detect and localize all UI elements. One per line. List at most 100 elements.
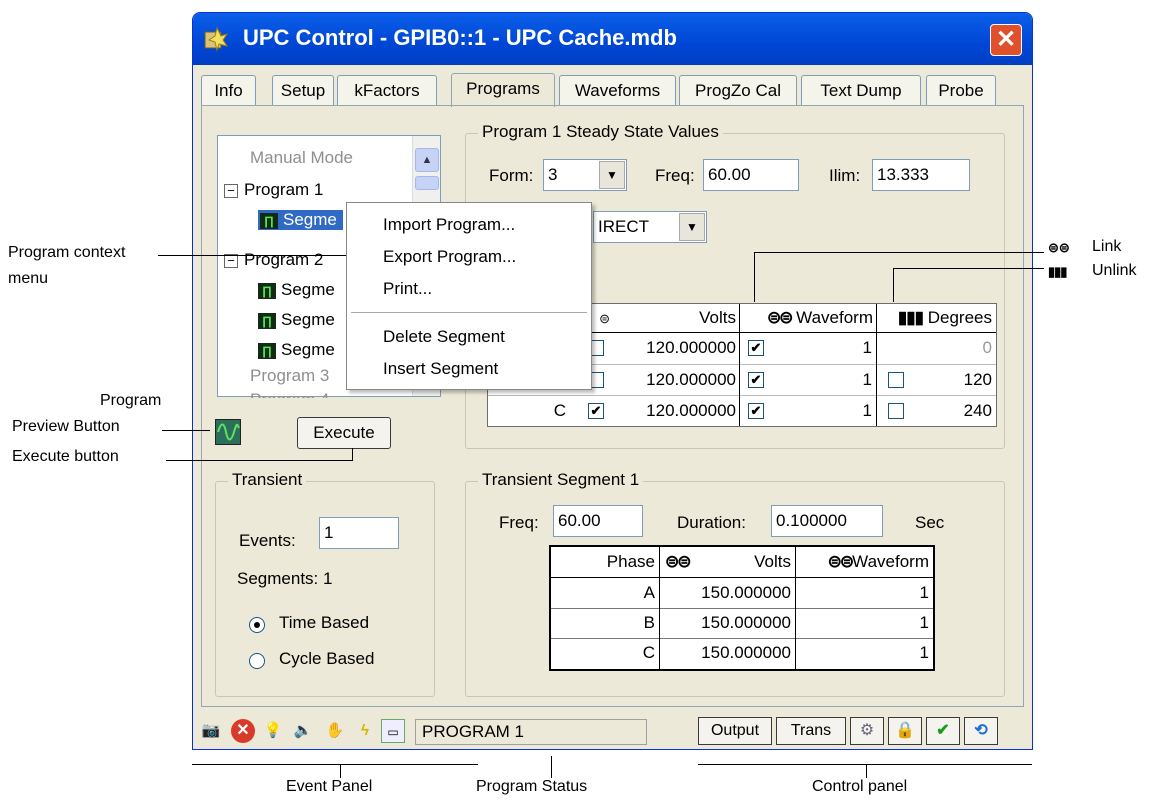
tree-label: Segme — [281, 280, 335, 299]
trans-button[interactable]: Trans — [776, 717, 846, 745]
waveform-cell[interactable]: 1 — [768, 397, 876, 425]
freq-input[interactable]: 60.00 — [703, 159, 799, 191]
menu-export-program[interactable]: Export Program... — [383, 247, 516, 267]
menu-import-program[interactable]: Import Program... — [383, 215, 515, 235]
volts-cell[interactable]: 150.000000 — [659, 639, 795, 667]
menu-insert-segment[interactable]: Insert Segment — [383, 359, 498, 379]
close-button[interactable]: ✕ — [990, 24, 1022, 56]
legend-unlink: Unlink — [1092, 262, 1137, 279]
tree-item-segment-selected[interactable]: ∏ Segme — [258, 210, 343, 230]
lightbulb-icon[interactable]: 💡 — [261, 719, 285, 743]
events-input[interactable]: 1 — [319, 517, 399, 549]
title-bar[interactable]: UPC Control - GPIB0::1 - UPC Cache.mdb ✕ — [193, 13, 1032, 65]
waveform-cell[interactable]: 1 — [768, 334, 876, 362]
hand-icon[interactable]: ✋ — [323, 719, 347, 743]
form-select[interactable]: 3 ▼ — [543, 159, 627, 191]
refresh-icon[interactable]: ⟲ — [964, 717, 998, 745]
callout-line — [192, 764, 478, 765]
probe-icon[interactable]: ⚙ — [850, 717, 884, 745]
volts-cell[interactable]: 120.000000 — [608, 366, 740, 394]
execute-button[interactable]: Execute — [297, 417, 391, 449]
tree-item-manual-mode[interactable]: Manual Mode — [250, 148, 353, 168]
waveform-cell[interactable]: 1 — [795, 609, 933, 637]
tree-label: Program 2 — [244, 250, 324, 269]
tab-text-dump[interactable]: Text Dump — [801, 75, 921, 106]
chevron-down-icon[interactable]: ▼ — [599, 161, 625, 189]
unlink-icon: ▮▮▮ — [1048, 264, 1067, 279]
transient-freq-input[interactable]: 60.00 — [553, 505, 643, 537]
waveform-header-label: Waveform — [796, 308, 873, 327]
callout-line — [162, 430, 210, 431]
volts-cell[interactable]: 120.000000 — [608, 334, 740, 362]
tree-item-program-2[interactable]: − Program 2 — [224, 250, 323, 270]
status-bar: 📷 ✕ 💡 🔈 ✋ ϟ ▭ PROGRAM 1 Output Trans ⚙ 🔒… — [193, 711, 1032, 749]
ilim-input[interactable]: 13.333 — [872, 159, 970, 191]
degrees-cell[interactable]: 240 — [908, 397, 996, 425]
volts-cell[interactable]: 150.000000 — [659, 609, 795, 637]
waveform-link-checkbox[interactable]: ✔ — [748, 340, 764, 356]
waveform-icon — [217, 423, 240, 441]
sec-label: Sec — [915, 513, 945, 532]
tab-probe[interactable]: Probe — [926, 75, 996, 106]
window-title: UPC Control - GPIB0::1 - UPC Cache.mdb — [243, 25, 677, 50]
scroll-up-icon[interactable]: ▲ — [415, 148, 439, 172]
volts-cell[interactable]: 120.000000 — [608, 397, 740, 425]
waveform-cell[interactable]: 1 — [795, 639, 933, 667]
collapse-icon[interactable]: − — [224, 183, 238, 198]
unlink-icon: ▮▮▮ — [897, 308, 924, 327]
tree-item-segment[interactable]: ∏ Segme — [258, 310, 335, 330]
waveform-cell[interactable]: 1 — [795, 579, 933, 607]
freq-label: Freq: — [655, 166, 695, 185]
link-checkbox[interactable]: ✔ — [588, 403, 604, 419]
callout-line — [866, 764, 867, 778]
speaker-icon[interactable]: 🔈 — [291, 719, 315, 743]
degrees-link-checkbox[interactable] — [888, 403, 904, 419]
error-icon[interactable]: ✕ — [231, 719, 255, 743]
callout-line — [166, 460, 352, 461]
output-button[interactable]: Output — [698, 717, 772, 745]
camera-icon[interactable]: 📷 — [199, 719, 223, 743]
waveform-link-checkbox[interactable]: ✔ — [748, 372, 764, 388]
cycle-based-label: Cycle Based — [279, 649, 375, 668]
volts-header-label: Volts — [754, 552, 791, 571]
duration-input[interactable]: 0.100000 — [771, 505, 883, 537]
tab-progzo-cal[interactable]: ProgZo Cal — [679, 75, 797, 106]
ok-icon[interactable]: ✔ — [926, 717, 960, 745]
scroll-thumb[interactable] — [415, 176, 439, 190]
display-icon[interactable]: ▭ — [381, 719, 405, 743]
time-based-radio[interactable] — [249, 617, 265, 633]
transient-grid[interactable]: Phase ⊜⊜ Volts ⊜⊜Waveform A 150.000000 1 … — [549, 545, 935, 671]
program-context-menu: Import Program... Export Program... Prin… — [346, 202, 592, 390]
callout-event-panel: Event Panel — [286, 778, 373, 795]
tab-waveforms[interactable]: Waveforms — [559, 75, 676, 106]
tab-info[interactable]: Info — [201, 75, 256, 106]
lock-icon[interactable]: 🔒 — [888, 717, 922, 745]
program-preview-button[interactable] — [215, 419, 241, 445]
ilim-label: Ilim: — [829, 166, 861, 185]
cycle-based-radio[interactable] — [249, 653, 265, 669]
degrees-cell[interactable]: 120 — [908, 366, 996, 394]
degrees-link-checkbox[interactable] — [888, 372, 904, 388]
tab-kfactors[interactable]: kFactors — [337, 75, 437, 106]
app-icon — [204, 26, 229, 52]
form-value: 3 — [548, 165, 558, 184]
menu-print[interactable]: Print... — [383, 279, 432, 299]
lightning-icon[interactable]: ϟ — [353, 719, 377, 743]
tree-item-program-4[interactable]: Program 4 — [250, 390, 329, 398]
waveform-link-checkbox[interactable]: ✔ — [748, 403, 764, 419]
tree-item-program-3[interactable]: Program 3 — [250, 366, 329, 386]
tree-item-segment[interactable]: ∏ Segme — [258, 280, 335, 300]
tree-item-program-1[interactable]: − Program 1 — [224, 180, 323, 200]
tab-setup[interactable]: Setup — [272, 75, 334, 106]
link-icon: ⊜⊜ — [665, 552, 691, 571]
volts-cell[interactable]: 150.000000 — [659, 579, 795, 607]
tree-item-segment[interactable]: ∏ Segme — [258, 340, 335, 360]
menu-delete-segment[interactable]: Delete Segment — [383, 327, 505, 347]
transient-title: Transient — [228, 470, 307, 490]
mode-select[interactable]: IRECT ▼ — [593, 211, 707, 243]
chevron-down-icon[interactable]: ▼ — [679, 213, 705, 241]
program-status: PROGRAM 1 — [415, 719, 647, 745]
degrees-cell[interactable]: 0 — [908, 334, 996, 362]
tab-programs[interactable]: Programs — [451, 73, 555, 107]
waveform-cell[interactable]: 1 — [768, 366, 876, 394]
